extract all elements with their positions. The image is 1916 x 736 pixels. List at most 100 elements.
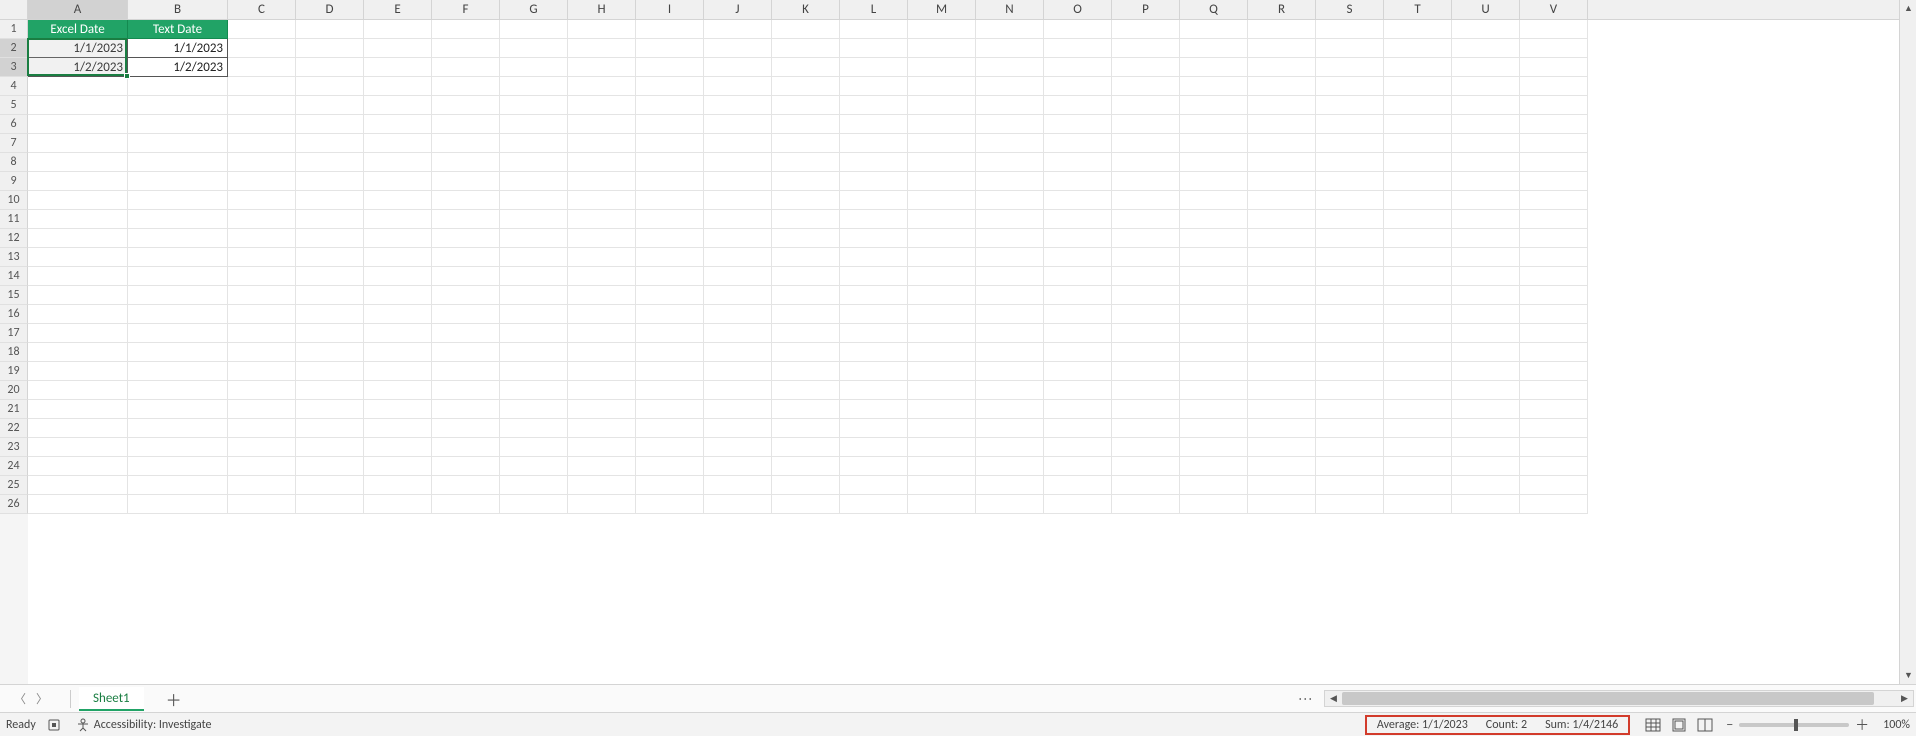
cell-J15[interactable] — [704, 286, 772, 305]
next-sheet-button[interactable]: 〉 — [36, 690, 48, 707]
cell-L14[interactable] — [840, 267, 908, 286]
cell-T11[interactable] — [1384, 210, 1452, 229]
cell-A14[interactable] — [28, 267, 128, 286]
cell-F23[interactable] — [432, 438, 500, 457]
cell-O6[interactable] — [1044, 115, 1112, 134]
cell-D12[interactable] — [296, 229, 364, 248]
cell-F26[interactable] — [432, 495, 500, 514]
cell-Q6[interactable] — [1180, 115, 1248, 134]
cell-I5[interactable] — [636, 96, 704, 115]
cell-G23[interactable] — [500, 438, 568, 457]
cell-S13[interactable] — [1316, 248, 1384, 267]
cell-Q8[interactable] — [1180, 153, 1248, 172]
cell-F5[interactable] — [432, 96, 500, 115]
cell-V9[interactable] — [1520, 172, 1588, 191]
cell-N18[interactable] — [976, 343, 1044, 362]
cell-A3[interactable]: 1/2/2023 — [28, 58, 128, 77]
cell-H26[interactable] — [568, 495, 636, 514]
cell-S5[interactable] — [1316, 96, 1384, 115]
cell-H20[interactable] — [568, 381, 636, 400]
cell-N24[interactable] — [976, 457, 1044, 476]
cell-V22[interactable] — [1520, 419, 1588, 438]
cell-J10[interactable] — [704, 191, 772, 210]
cell-J21[interactable] — [704, 400, 772, 419]
cell-F7[interactable] — [432, 134, 500, 153]
cell-B23[interactable] — [128, 438, 228, 457]
cell-I11[interactable] — [636, 210, 704, 229]
row-header-11[interactable]: 11 — [0, 210, 28, 229]
cell-I3[interactable] — [636, 58, 704, 77]
cell-M5[interactable] — [908, 96, 976, 115]
cell-P24[interactable] — [1112, 457, 1180, 476]
cell-N21[interactable] — [976, 400, 1044, 419]
cell-I2[interactable] — [636, 39, 704, 58]
cell-D3[interactable] — [296, 58, 364, 77]
column-header-V[interactable]: V — [1520, 0, 1588, 19]
column-header-P[interactable]: P — [1112, 0, 1180, 19]
row-header-19[interactable]: 19 — [0, 362, 28, 381]
cell-R6[interactable] — [1248, 115, 1316, 134]
cell-C1[interactable] — [228, 20, 296, 39]
cell-S10[interactable] — [1316, 191, 1384, 210]
cell-F19[interactable] — [432, 362, 500, 381]
cell-K14[interactable] — [772, 267, 840, 286]
cell-C13[interactable] — [228, 248, 296, 267]
row-header-2[interactable]: 2 — [0, 39, 28, 58]
cell-S21[interactable] — [1316, 400, 1384, 419]
cell-O23[interactable] — [1044, 438, 1112, 457]
cell-P16[interactable] — [1112, 305, 1180, 324]
cell-Q11[interactable] — [1180, 210, 1248, 229]
cell-C18[interactable] — [228, 343, 296, 362]
cell-G24[interactable] — [500, 457, 568, 476]
cell-S26[interactable] — [1316, 495, 1384, 514]
cell-V16[interactable] — [1520, 305, 1588, 324]
cell-H6[interactable] — [568, 115, 636, 134]
cell-S1[interactable] — [1316, 20, 1384, 39]
cell-L25[interactable] — [840, 476, 908, 495]
cell-F17[interactable] — [432, 324, 500, 343]
cell-G16[interactable] — [500, 305, 568, 324]
cell-C3[interactable] — [228, 58, 296, 77]
cell-D13[interactable] — [296, 248, 364, 267]
cell-B19[interactable] — [128, 362, 228, 381]
cell-U12[interactable] — [1452, 229, 1520, 248]
column-header-T[interactable]: T — [1384, 0, 1452, 19]
cell-N25[interactable] — [976, 476, 1044, 495]
cell-L1[interactable] — [840, 20, 908, 39]
cell-L2[interactable] — [840, 39, 908, 58]
cell-S6[interactable] — [1316, 115, 1384, 134]
cell-I14[interactable] — [636, 267, 704, 286]
cell-S8[interactable] — [1316, 153, 1384, 172]
cell-O4[interactable] — [1044, 77, 1112, 96]
cell-B15[interactable] — [128, 286, 228, 305]
cell-J20[interactable] — [704, 381, 772, 400]
cell-J6[interactable] — [704, 115, 772, 134]
cell-B5[interactable] — [128, 96, 228, 115]
cell-P19[interactable] — [1112, 362, 1180, 381]
cells-area[interactable]: Excel DateText Date1/1/20231/1/20231/2/2… — [28, 20, 1899, 684]
cell-Q10[interactable] — [1180, 191, 1248, 210]
cell-C24[interactable] — [228, 457, 296, 476]
cell-V21[interactable] — [1520, 400, 1588, 419]
cell-C15[interactable] — [228, 286, 296, 305]
cell-C22[interactable] — [228, 419, 296, 438]
cell-M6[interactable] — [908, 115, 976, 134]
cell-S12[interactable] — [1316, 229, 1384, 248]
cell-C12[interactable] — [228, 229, 296, 248]
row-header-23[interactable]: 23 — [0, 438, 28, 457]
cell-D16[interactable] — [296, 305, 364, 324]
cell-I13[interactable] — [636, 248, 704, 267]
cell-D6[interactable] — [296, 115, 364, 134]
cell-F16[interactable] — [432, 305, 500, 324]
cell-K5[interactable] — [772, 96, 840, 115]
cell-K20[interactable] — [772, 381, 840, 400]
cell-C23[interactable] — [228, 438, 296, 457]
cell-A18[interactable] — [28, 343, 128, 362]
row-header-13[interactable]: 13 — [0, 248, 28, 267]
cell-M4[interactable] — [908, 77, 976, 96]
row-header-20[interactable]: 20 — [0, 381, 28, 400]
cell-T3[interactable] — [1384, 58, 1452, 77]
cell-U15[interactable] — [1452, 286, 1520, 305]
column-header-K[interactable]: K — [772, 0, 840, 19]
cell-M8[interactable] — [908, 153, 976, 172]
